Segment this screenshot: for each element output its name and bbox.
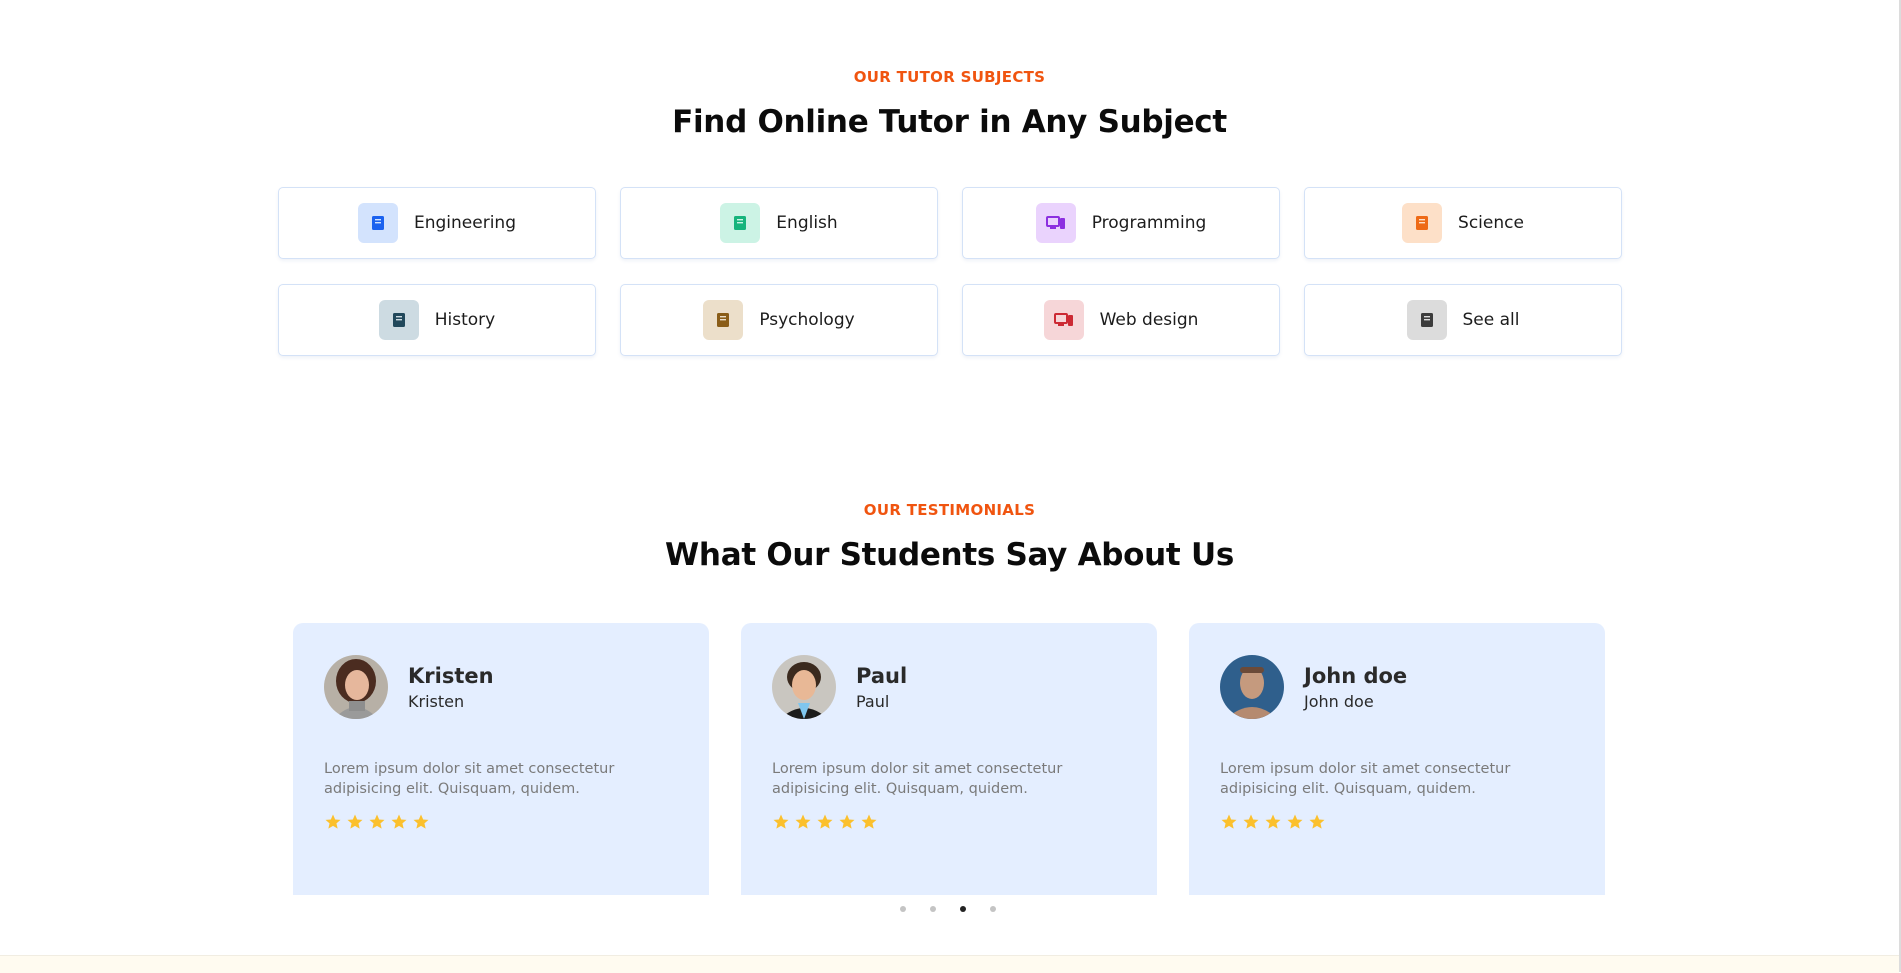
subject-card-english[interactable]: English: [620, 187, 938, 259]
testimonial-card: Kristen Kristen Lorem ipsum dolor sit am…: [293, 623, 709, 895]
book-icon: [703, 300, 744, 340]
star-icon: [391, 814, 407, 829]
star-icon: [861, 814, 877, 829]
monitor-icon: [1035, 203, 1076, 243]
testimonial-text: Lorem ipsum dolor sit amet consectetur a…: [1220, 761, 1511, 797]
subject-label: English: [776, 213, 838, 233]
book-icon: [1402, 203, 1443, 243]
subject-card-history[interactable]: History: [278, 284, 596, 356]
avatar: [772, 655, 836, 719]
pagination-dot[interactable]: [930, 906, 936, 912]
book-icon: [358, 203, 398, 243]
star-rating: [324, 813, 678, 831]
subject-label: Science: [1458, 213, 1524, 233]
student-name: Kristen: [408, 663, 494, 688]
star-icon: [839, 814, 855, 829]
subjects-title: Find Online Tutor in Any Subject: [672, 104, 1227, 140]
student-name: John doe: [1304, 663, 1408, 688]
monitor-icon: [1043, 300, 1084, 340]
star-icon: [773, 814, 789, 829]
avatar: [1220, 655, 1284, 719]
subject-card-programming[interactable]: Programming: [962, 187, 1280, 259]
star-icon: [413, 814, 429, 829]
star-icon: [1287, 814, 1303, 829]
subject-card-see-all[interactable]: See all: [1304, 284, 1622, 356]
star-icon: [1265, 814, 1281, 829]
testimonial-text: Lorem ipsum dolor sit amet consectetur a…: [772, 761, 1063, 797]
pagination-dot[interactable]: [990, 906, 996, 912]
student-name: Paul: [856, 663, 908, 688]
pagination-dot[interactable]: [900, 906, 906, 912]
testimonials-title: What Our Students Say About Us: [665, 537, 1234, 573]
student-role: John doe: [1304, 691, 1374, 711]
subject-label: Web design: [1099, 310, 1199, 330]
book-icon: [720, 203, 761, 243]
subject-card-science[interactable]: Science: [1304, 187, 1622, 259]
subject-card-psychology[interactable]: Psychology: [620, 284, 938, 356]
subject-label: See all: [1462, 310, 1520, 330]
subjects-eyebrow: OUR TUTOR SUBJECTS: [853, 68, 1046, 86]
avatar: [324, 655, 388, 719]
testimonials-eyebrow: OUR TESTIMONIALS: [863, 501, 1036, 519]
book-icon: [378, 300, 419, 340]
testimonial-carousel[interactable]: Kristen Kristen Lorem ipsum dolor sit am…: [293, 623, 1605, 895]
star-icon: [1243, 814, 1259, 829]
student-role: Kristen: [408, 691, 465, 711]
subject-label: Programming: [1091, 213, 1207, 233]
star-icon: [369, 814, 385, 829]
star-icon: [347, 814, 363, 829]
star-icon: [325, 814, 341, 829]
star-rating: [772, 813, 1126, 831]
student-role: Paul: [856, 691, 890, 711]
subject-label: History: [434, 310, 496, 330]
carousel-pagination: [900, 906, 996, 912]
subject-card-web-design[interactable]: Web design: [962, 284, 1280, 356]
subject-label: Engineering: [414, 213, 516, 233]
subject-grid: Engineering English Programming Science …: [278, 187, 1623, 356]
testimonial-card: Paul Paul Lorem ipsum dolor sit amet con…: [741, 623, 1157, 895]
testimonial-text: Lorem ipsum dolor sit amet consectetur a…: [324, 761, 615, 797]
subject-card-engineering[interactable]: Engineering: [278, 187, 596, 259]
subject-label: Psychology: [759, 310, 855, 330]
star-rating: [1220, 813, 1574, 831]
star-icon: [1221, 814, 1237, 829]
book-icon: [1406, 300, 1447, 340]
subjects-header: OUR TUTOR SUBJECTS Find Online Tutor in …: [0, 68, 1899, 140]
pagination-dot-active[interactable]: [960, 906, 966, 912]
star-icon: [795, 814, 811, 829]
star-icon: [817, 814, 833, 829]
star-icon: [1309, 814, 1325, 829]
testimonial-card: John doe John doe Lorem ipsum dolor sit …: [1189, 623, 1605, 895]
testimonials-header: OUR TESTIMONIALS What Our Students Say A…: [0, 501, 1899, 573]
footer-strip: [0, 955, 1899, 973]
